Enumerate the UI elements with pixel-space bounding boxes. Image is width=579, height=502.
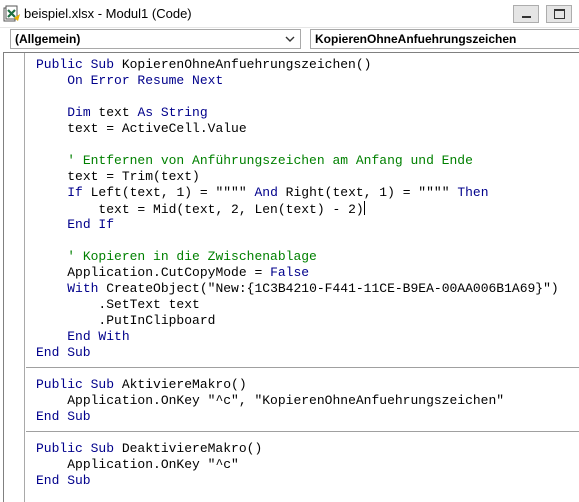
- code-text-span: CreateObject("New:{1C3B4210-F441-11CE-B9…: [98, 281, 559, 296]
- code-line: With CreateObject("New:{1C3B4210-F441-11…: [36, 281, 576, 297]
- code-line: ' Entfernen von Anführungszeichen am Anf…: [36, 153, 576, 169]
- keyword: False: [270, 265, 310, 280]
- minimize-button[interactable]: [513, 5, 539, 23]
- code-line: Application.OnKey "^c": [36, 457, 576, 473]
- code-text-span: .PutInClipboard: [98, 313, 216, 328]
- excel-module-icon: [3, 5, 20, 22]
- code-text[interactable]: Public Sub KopierenOhneAnfuehrungszeiche…: [36, 57, 576, 489]
- keyword: Public Sub: [36, 441, 115, 456]
- margin-indicator-bar[interactable]: [4, 53, 25, 502]
- code-line: End With: [36, 329, 576, 345]
- code-line: End If: [36, 217, 576, 233]
- keyword: Public Sub: [36, 377, 115, 392]
- code-text-span: .SetText text: [98, 297, 200, 312]
- maximize-icon: [554, 9, 565, 19]
- code-line: End Sub: [36, 473, 576, 489]
- code-text-span: Application.OnKey "^c", "KopierenOhneAnf…: [67, 393, 505, 408]
- code-text-span: text: [90, 105, 138, 120]
- procedure-dropdown-value: KopierenOhneAnfuehrungszeichen: [315, 32, 517, 46]
- keyword: Then: [457, 185, 489, 200]
- code-line: ' Kopieren in die Zwischenablage: [36, 249, 576, 265]
- code-text-span: Left(text, 1) = """": [82, 185, 255, 200]
- code-text-span: KopierenOhneAnfuehrungszeichen(): [114, 57, 372, 72]
- code-line: Dim text As String: [36, 105, 576, 121]
- code-text-span: text = Trim(text): [67, 169, 200, 184]
- minimize-icon: [522, 16, 531, 18]
- code-line: End Sub: [36, 409, 576, 425]
- title-bar: beispiel.xlsx - Modul1 (Code): [0, 0, 579, 28]
- keyword: End Sub: [36, 409, 91, 424]
- code-text-span: AktiviereMakro(): [114, 377, 247, 392]
- maximize-button[interactable]: [546, 5, 572, 23]
- code-text-span: Right(text, 1) = """": [277, 185, 458, 200]
- code-line: Public Sub DeaktiviereMakro(): [36, 441, 576, 457]
- keyword: If: [67, 185, 83, 200]
- code-text-span: DeaktiviereMakro(): [114, 441, 263, 456]
- keyword: End Sub: [36, 473, 91, 488]
- code-line: If Left(text, 1) = """" And Right(text, …: [36, 185, 576, 201]
- code-line: Application.CutCopyMode = False: [36, 265, 576, 281]
- code-text-span: text = Mid(text, 2, Len(text) - 2): [98, 202, 364, 217]
- code-text-span: text = ActiveCell.Value: [67, 121, 247, 136]
- keyword: As String: [137, 105, 208, 120]
- code-line: text = Mid(text, 2, Len(text) - 2): [36, 201, 576, 217]
- code-line: text = ActiveCell.Value: [36, 121, 576, 137]
- code-line: On Error Resume Next: [36, 73, 576, 89]
- code-line: Application.OnKey "^c", "KopierenOhneAnf…: [36, 393, 576, 409]
- keyword: End With: [67, 329, 130, 344]
- code-line: End Sub: [36, 345, 576, 361]
- chevron-down-icon[interactable]: [284, 33, 296, 45]
- keyword: Public Sub: [36, 57, 115, 72]
- code-line: text = Trim(text): [36, 169, 576, 185]
- comment: ' Entfernen von Anführungszeichen am Anf…: [67, 153, 473, 168]
- code-text-span: Application.OnKey "^c": [67, 457, 239, 472]
- keyword: And: [254, 185, 278, 200]
- procedure-dropdown[interactable]: KopierenOhneAnfuehrungszeichen: [310, 29, 579, 49]
- text-cursor: [363, 201, 365, 215]
- object-dropdown-value: (Allgemein): [15, 32, 81, 46]
- keyword: End If: [67, 217, 115, 232]
- code-line: .SetText text: [36, 297, 576, 313]
- code-line: Public Sub AktiviereMakro(): [36, 377, 576, 393]
- code-text-span: Application.CutCopyMode =: [67, 265, 271, 280]
- keyword: Dim: [67, 105, 91, 120]
- comment: ' Kopieren in die Zwischenablage: [67, 249, 317, 264]
- object-dropdown[interactable]: (Allgemein): [10, 29, 301, 49]
- keyword: With: [67, 281, 99, 296]
- window-title: beispiel.xlsx - Modul1 (Code): [24, 6, 192, 21]
- keyword: On Error Resume Next: [67, 73, 224, 88]
- code-line: .PutInClipboard: [36, 313, 576, 329]
- code-line: Public Sub KopierenOhneAnfuehrungszeiche…: [36, 57, 576, 73]
- keyword: End Sub: [36, 345, 91, 360]
